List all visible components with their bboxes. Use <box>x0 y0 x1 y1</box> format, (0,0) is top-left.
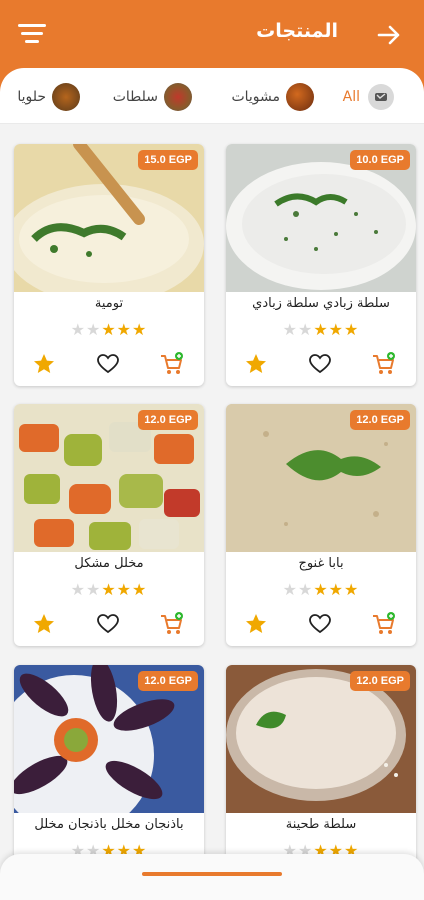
star-filled-icon: ★ <box>313 580 329 599</box>
category-grills[interactable]: مشويات <box>231 82 314 112</box>
salad-thumb <box>164 83 192 111</box>
product-name: سلطة زبادي سلطة زبادي <box>252 296 390 311</box>
arrow-right-icon[interactable] <box>376 22 402 48</box>
category-label: حلويا <box>17 89 46 105</box>
star-filled-icon: ★ <box>132 320 148 339</box>
category-bar: All مشويات سلطات حلويا <box>0 68 424 124</box>
star-filled-icon: ★ <box>328 580 345 599</box>
star-filled-icon: ★ <box>116 580 133 599</box>
rating-stars: ★★★★★ <box>226 580 416 599</box>
add-to-cart-icon[interactable] <box>158 350 186 378</box>
star-favorite-icon[interactable] <box>30 610 58 638</box>
price-badge: 15.0 EGP <box>138 150 198 170</box>
heart-icon[interactable] <box>306 610 334 638</box>
all-icon <box>368 84 394 110</box>
product-card[interactable]: 10.0 EGP سلطة زبادي سلطة زبادي ★★★★★ <box>226 144 416 386</box>
dessert-thumb <box>52 83 80 111</box>
heart-icon[interactable] <box>94 610 122 638</box>
star-empty-icon: ★ <box>297 320 314 339</box>
filter-menu-icon[interactable] <box>18 22 46 46</box>
star-empty-icon: ★ <box>70 320 86 339</box>
rating-stars: ★★★★★ <box>226 320 416 339</box>
product-card[interactable]: 15.0 EGP تومية ★★★★★ <box>14 144 204 386</box>
star-favorite-icon[interactable] <box>30 350 58 378</box>
star-filled-icon: ★ <box>101 580 117 599</box>
star-favorite-icon[interactable] <box>242 350 270 378</box>
category-label: مشويات <box>231 89 280 105</box>
category-label: All <box>342 89 360 105</box>
star-filled-icon: ★ <box>344 580 360 599</box>
card-actions <box>14 350 204 380</box>
price-badge: 10.0 EGP <box>350 150 410 170</box>
star-empty-icon: ★ <box>282 580 298 599</box>
product-name: بابا غنوج <box>298 556 344 571</box>
page-title: المنتجات <box>256 20 338 42</box>
star-filled-icon: ★ <box>328 320 345 339</box>
price-badge: 12.0 EGP <box>138 671 198 691</box>
content-sheet: All مشويات سلطات حلويا 10.0 EGP سلطة زبا… <box>0 68 424 900</box>
grill-thumb <box>286 83 314 111</box>
rating-stars: ★★★★★ <box>14 580 204 599</box>
product-name: مخلل مشكل <box>74 556 144 571</box>
star-filled-icon: ★ <box>132 580 148 599</box>
category-all[interactable]: All <box>343 82 394 112</box>
star-filled-icon: ★ <box>101 320 117 339</box>
rating-stars: ★★★★★ <box>14 320 204 339</box>
star-empty-icon: ★ <box>297 580 314 599</box>
add-to-cart-icon[interactable] <box>158 610 186 638</box>
product-card[interactable]: 12.0 EGP بابا غنوج ★★★★★ <box>226 404 416 646</box>
star-filled-icon: ★ <box>116 320 133 339</box>
heart-icon[interactable] <box>306 350 334 378</box>
star-empty-icon: ★ <box>70 580 86 599</box>
heart-icon[interactable] <box>94 350 122 378</box>
star-favorite-icon[interactable] <box>242 610 270 638</box>
add-to-cart-icon[interactable] <box>370 610 398 638</box>
star-empty-icon: ★ <box>85 320 102 339</box>
star-filled-icon: ★ <box>313 320 329 339</box>
product-grid: 10.0 EGP سلطة زبادي سلطة زبادي ★★★★★ 15.… <box>0 124 424 900</box>
star-empty-icon: ★ <box>85 580 102 599</box>
star-empty-icon: ★ <box>282 320 298 339</box>
star-filled-icon: ★ <box>344 320 360 339</box>
price-badge: 12.0 EGP <box>138 410 198 430</box>
price-badge: 12.0 EGP <box>350 671 410 691</box>
product-name: باذنجان مخلل باذنجان مخلل <box>34 817 184 832</box>
card-actions <box>14 610 204 640</box>
product-name: تومية <box>94 296 124 311</box>
category-label: سلطات <box>112 89 158 105</box>
card-actions <box>226 350 416 380</box>
category-salads[interactable]: سلطات <box>113 82 192 112</box>
card-actions <box>226 610 416 640</box>
category-desserts[interactable]: حلويا <box>17 82 80 112</box>
bottom-sheet-handle[interactable] <box>142 872 282 876</box>
app-header: المنتجات <box>0 0 424 70</box>
bottom-sheet[interactable] <box>0 854 424 900</box>
product-name: سلطة طحينة <box>285 817 357 832</box>
price-badge: 12.0 EGP <box>350 410 410 430</box>
product-card[interactable]: 12.0 EGP مخلل مشكل ★★★★★ <box>14 404 204 646</box>
add-to-cart-icon[interactable] <box>370 350 398 378</box>
